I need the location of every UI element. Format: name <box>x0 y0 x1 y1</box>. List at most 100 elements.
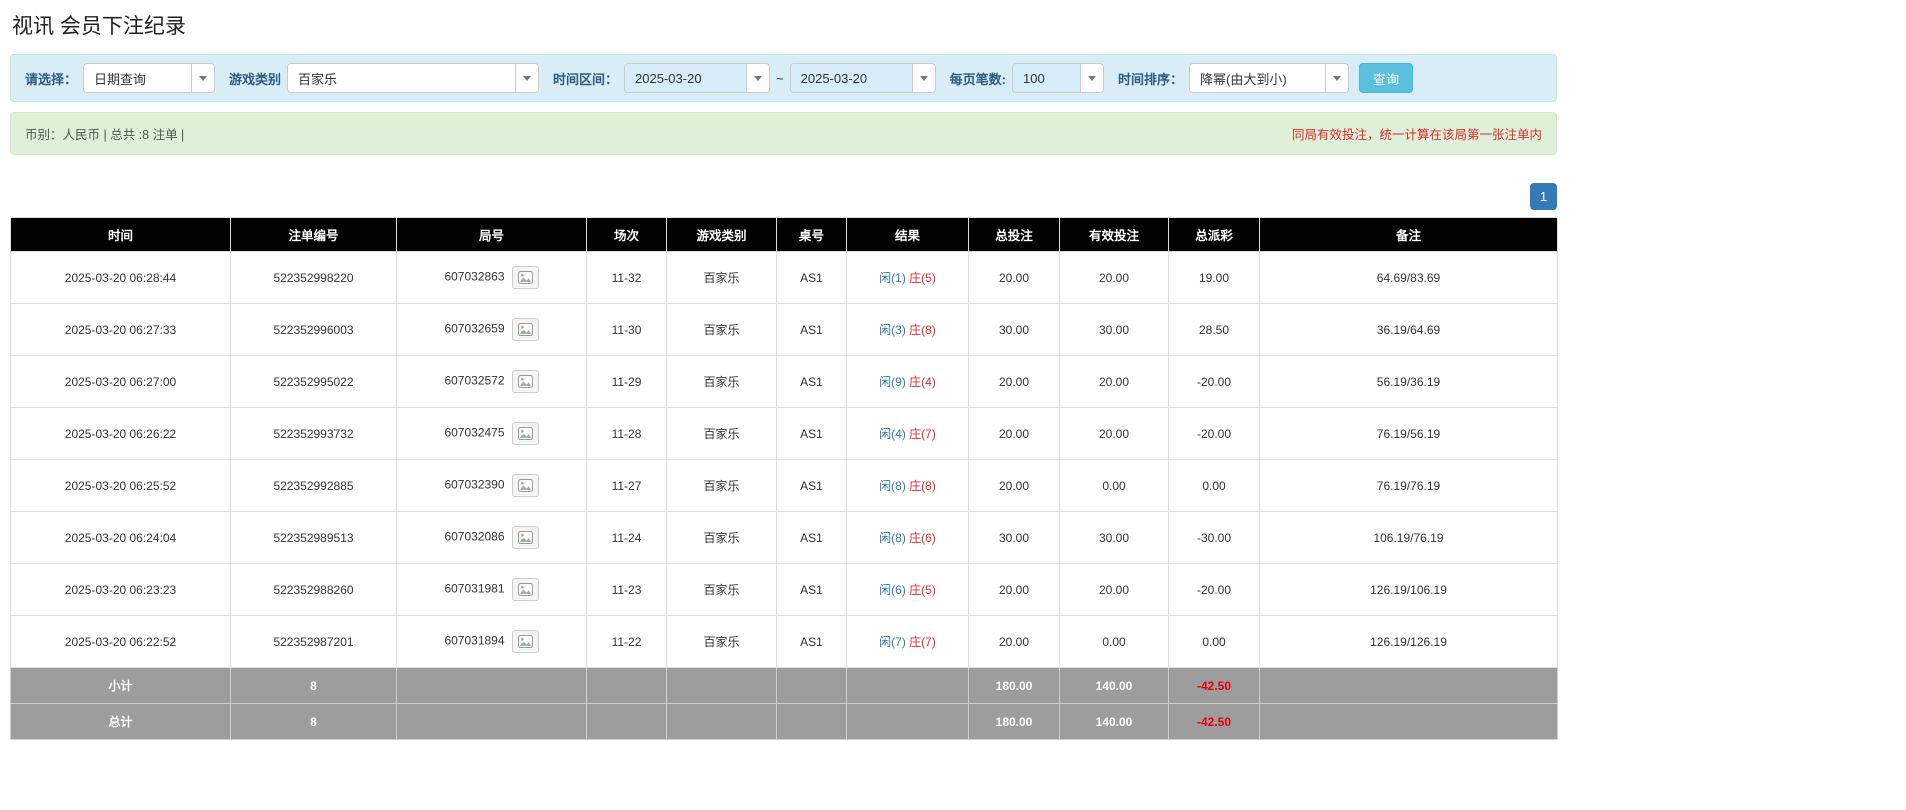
round-id-cell: 607032086 <box>396 511 587 564</box>
col-header-table-no: 桌号 <box>776 217 847 252</box>
round-replay-button[interactable] <box>511 266 539 289</box>
round-replay-button[interactable] <box>511 526 539 549</box>
subtotal-total-bet: 180.00 <box>968 667 1060 704</box>
betting-records-table: 时间 注单编号 局号 场次 游戏类别 桌号 结果 总投注 有效投注 总派彩 备注… <box>10 217 1558 740</box>
chevron-down-icon <box>515 64 539 92</box>
remark-cell: 64.69/83.69 <box>1259 251 1558 304</box>
result-player: 闲(4) <box>879 427 906 441</box>
result-cell: 闲(7) 庄(7) <box>846 615 969 668</box>
round-id-cell: 607031894 <box>396 615 587 668</box>
result-player: 闲(6) <box>879 583 906 597</box>
bet-id-cell: 522352995022 <box>230 355 397 408</box>
table-header-row: 时间 注单编号 局号 场次 游戏类别 桌号 结果 总投注 有效投注 总派彩 备注 <box>10 217 1558 252</box>
payout-cell: 0.00 <box>1168 615 1260 668</box>
col-header-round-id: 局号 <box>396 217 587 252</box>
time-cell: 2025-03-20 06:25:52 <box>10 459 231 512</box>
valid-bet-cell: 30.00 <box>1059 303 1169 356</box>
result-player: 闲(3) <box>879 323 906 337</box>
total-bet-cell[interactable]: 20.00 <box>968 563 1060 616</box>
total-count: 8 <box>230 703 397 740</box>
select-type-label: 请选择： <box>25 71 78 87</box>
col-header-payout: 总派彩 <box>1168 217 1260 252</box>
total-bet-cell[interactable]: 30.00 <box>968 511 1060 564</box>
picture-icon <box>517 323 533 336</box>
table-row: 2025-03-20 06:27:00 522352995022 607032572… <box>10 355 1558 408</box>
result-cell: 闲(9) 庄(4) <box>846 355 969 408</box>
total-bet-cell[interactable]: 20.00 <box>968 355 1060 408</box>
bet-id-cell: 522352996003 <box>230 303 397 356</box>
result-banker: 庄(8) <box>909 323 936 337</box>
round-replay-button[interactable] <box>511 578 539 601</box>
result-banker: 庄(5) <box>909 271 936 285</box>
col-header-time: 时间 <box>10 217 231 252</box>
table-no-cell: AS1 <box>776 615 847 668</box>
page-button-1[interactable]: 1 <box>1530 183 1557 210</box>
game-type-cell: 百家乐 <box>666 251 777 304</box>
round-replay-button[interactable] <box>511 630 539 653</box>
valid-bet-cell: 0.00 <box>1059 459 1169 512</box>
round-replay-button[interactable] <box>511 318 539 341</box>
game-type-cell: 百家乐 <box>666 355 777 408</box>
empty-cell <box>666 667 777 704</box>
sort-order-value: 降幂(由大到小) <box>1190 64 1325 92</box>
picture-icon <box>517 427 533 440</box>
round-id: 607031981 <box>444 581 505 596</box>
date-range-label: 时间区间： <box>553 71 619 87</box>
search-button[interactable]: 查询 <box>1359 63 1414 93</box>
query-type-value: 日期查询 <box>84 64 192 92</box>
table-row: 2025-03-20 06:26:22 522352993732 607032475… <box>10 407 1558 460</box>
result-cell: 闲(4) 庄(7) <box>846 407 969 460</box>
total-bet-cell[interactable]: 20.00 <box>968 459 1060 512</box>
col-header-result: 结果 <box>846 217 969 252</box>
round-replay-button[interactable] <box>511 370 539 393</box>
date-to-select[interactable]: 2025-03-20 <box>789 63 936 93</box>
sort-order-select[interactable]: 降幂(由大到小) <box>1189 63 1349 93</box>
picture-icon <box>517 635 533 648</box>
chevron-down-icon <box>911 64 935 92</box>
date-from-select[interactable]: 2025-03-20 <box>624 63 771 93</box>
valid-bet-cell: 0.00 <box>1059 615 1169 668</box>
chevron-down-icon <box>1079 64 1103 92</box>
game-type-label: 游戏类别 <box>229 71 282 87</box>
subtotal-label: 小计 <box>10 667 231 704</box>
result-cell: 闲(8) 庄(8) <box>846 459 969 512</box>
empty-cell <box>396 703 587 740</box>
bet-id-cell: 522352998220 <box>230 251 397 304</box>
round-replay-button[interactable] <box>511 422 539 445</box>
result-cell: 闲(8) 庄(6) <box>846 511 969 564</box>
empty-cell <box>1259 703 1558 740</box>
result-player: 闲(8) <box>879 531 906 545</box>
date-from-value: 2025-03-20 <box>625 64 747 92</box>
total-bet-cell[interactable]: 20.00 <box>968 407 1060 460</box>
empty-cell <box>776 703 847 740</box>
col-header-game-type: 游戏类别 <box>666 217 777 252</box>
time-cell: 2025-03-20 06:27:33 <box>10 303 231 356</box>
result-player: 闲(1) <box>879 271 906 285</box>
payout-cell: 28.50 <box>1168 303 1260 356</box>
round-id-cell: 607032659 <box>396 303 587 356</box>
payout-cell: -20.00 <box>1168 563 1260 616</box>
payout-cell: -30.00 <box>1168 511 1260 564</box>
page-size-label: 每页笔数: <box>949 71 1006 87</box>
total-bet-cell[interactable]: 20.00 <box>968 615 1060 668</box>
round-id: 607032475 <box>444 425 505 440</box>
payout-cell: 19.00 <box>1168 251 1260 304</box>
session-cell: 11-29 <box>586 355 667 408</box>
picture-icon <box>517 531 533 544</box>
query-type-select[interactable]: 日期查询 <box>83 63 216 93</box>
total-bet-cell[interactable]: 30.00 <box>968 303 1060 356</box>
remark-cell: 56.19/36.19 <box>1259 355 1558 408</box>
table-row: 2025-03-20 06:28:44 522352998220 607032863… <box>10 251 1558 304</box>
round-id: 607032572 <box>444 373 505 388</box>
bet-id-cell: 522352992885 <box>230 459 397 512</box>
round-id: 607032390 <box>444 477 505 492</box>
total-bet-cell[interactable]: 20.00 <box>968 251 1060 304</box>
session-cell: 11-32 <box>586 251 667 304</box>
round-id: 607032863 <box>444 269 505 284</box>
table-no-cell: AS1 <box>776 251 847 304</box>
round-replay-button[interactable] <box>511 474 539 497</box>
page-size-select[interactable]: 100 <box>1011 63 1104 93</box>
result-banker: 庄(4) <box>909 375 936 389</box>
game-type-select[interactable]: 百家乐 <box>287 63 540 93</box>
table-no-cell: AS1 <box>776 511 847 564</box>
